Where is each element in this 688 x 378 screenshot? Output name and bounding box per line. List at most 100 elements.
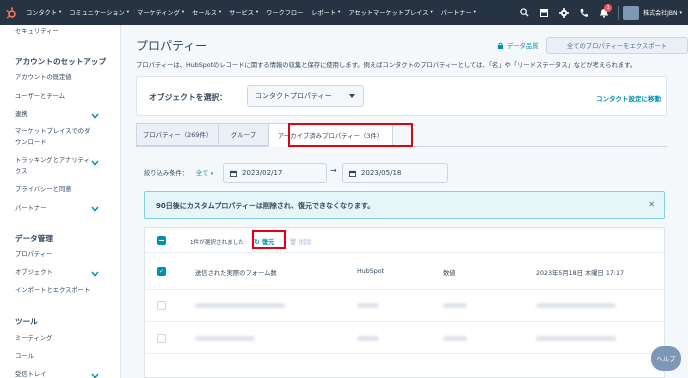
- nav-item-label: マーケティング: [137, 10, 180, 17]
- date-to-value: 2023/05/18: [361, 169, 402, 177]
- close-icon[interactable]: ✕: [648, 200, 655, 209]
- nav-item-1[interactable]: コミュニケーション ▾: [65, 8, 133, 17]
- data-quality-link[interactable]: データ品質: [497, 41, 538, 50]
- sidebar-item-privacy-consent[interactable]: プライバシーと同意: [15, 185, 72, 195]
- redacted-text: [195, 336, 255, 341]
- chevron-down-icon[interactable]: [91, 206, 99, 212]
- nav-item-label: セールス: [192, 10, 217, 17]
- chevron-down-icon[interactable]: ▾: [679, 10, 682, 16]
- nav-item-6[interactable]: レポート ▾: [307, 8, 344, 17]
- page-title: プロパティー: [136, 39, 208, 53]
- delete-button[interactable]: 🗑 削除: [289, 237, 312, 247]
- selection-count: 1件が選択されました: [190, 240, 244, 246]
- sidebar-section-account-setup: アカウントのセットアップ: [15, 57, 107, 66]
- filter-value: 全て: [196, 170, 209, 177]
- tab-archived-properties[interactable]: アーカイブ済みプロパティー（3件）: [268, 123, 393, 147]
- main-content: プロパティー データ品質 全てのプロパティーをエクスポート プロパティーは、Hu…: [121, 25, 688, 378]
- row-checkbox[interactable]: [157, 301, 166, 310]
- tab-properties[interactable]: プロパティー（269件）: [136, 123, 219, 146]
- arrow-right-icon: →: [330, 166, 337, 175]
- account-name[interactable]: 株式会社JBN: [643, 8, 677, 17]
- chevron-down-icon: ▾: [218, 10, 222, 15]
- nav-item-8[interactable]: パートナー ▾: [437, 8, 480, 17]
- avatar[interactable]: [623, 5, 640, 20]
- chevron-down-icon[interactable]: [91, 160, 99, 166]
- sidebar-item-partner[interactable]: パートナー: [15, 204, 46, 214]
- chevron-down-icon[interactable]: [91, 113, 99, 119]
- sidebar-item-account-defaults[interactable]: アカウントの既定値: [15, 73, 72, 83]
- property-name[interactable]: 送信された実際のフォーム数: [195, 268, 277, 277]
- restore-button[interactable]: ↻ 復元: [254, 237, 274, 247]
- sidebar-section-tools: ツール: [15, 317, 38, 326]
- object-select-dropdown[interactable]: コンタクトプロパティー: [247, 85, 364, 107]
- notification-badge: 1: [604, 4, 613, 12]
- filter-dropdown[interactable]: 全て ▾: [196, 168, 213, 177]
- date-from-input[interactable]: 2023/02/17: [223, 163, 327, 183]
- redacted-text: [443, 303, 467, 308]
- nav-item-label: コミュニケーション: [69, 10, 125, 17]
- gear-icon[interactable]: [554, 0, 574, 25]
- object-selector-card: オブジェクトを選択： コンタクトプロパティー コンタクト設定に移動: [136, 76, 667, 116]
- sidebar-item-tracking-analytics-cont[interactable]: クス: [15, 167, 27, 177]
- sidebar-item-calls[interactable]: コール: [15, 352, 34, 362]
- export-all-properties-button[interactable]: 全てのプロパティーをエクスポート: [546, 37, 688, 54]
- sidebar-item-import-export[interactable]: インポートとエクスポート: [15, 286, 90, 296]
- date-to-input[interactable]: 2023/05/18: [342, 163, 448, 183]
- phone-icon[interactable]: [574, 0, 594, 25]
- sidebar-item-tracking-analytics[interactable]: トラッキングとアナリティ: [15, 156, 90, 166]
- archived-properties-table: 1件が選択されました ↻ 復元 🗑 削除 ✓ 送信された実際のフォーム数 Hub…: [144, 227, 665, 378]
- table-row[interactable]: ✓ 送信された実際のフォーム数 HubSpot 数値 2023年5月18日 木曜…: [145, 253, 664, 290]
- row-checkbox[interactable]: [157, 334, 166, 343]
- sidebar-item-objects[interactable]: オブジェクト: [15, 268, 53, 278]
- sidebar-item-meetings[interactable]: ミーティング: [15, 334, 52, 344]
- nav-item-label: コンタクト: [26, 10, 57, 17]
- property-tabs: プロパティー（269件） グループ アーカイブ済みプロパティー（3件）: [136, 123, 393, 147]
- sidebar-item-inbox[interactable]: 受信トレイ: [15, 370, 46, 378]
- property-type: 数値: [443, 270, 456, 277]
- nav-item-2[interactable]: マーケティング ▾: [133, 8, 188, 17]
- delete-label: 削除: [299, 239, 312, 246]
- marketplace-icon[interactable]: [534, 0, 554, 25]
- nav-item-3[interactable]: セールス ▾: [188, 8, 225, 17]
- sidebar-item-marketplace-downloads[interactable]: マーケットプレイスでのダ: [15, 127, 90, 137]
- table-row-redacted[interactable]: [145, 322, 664, 354]
- chevron-down-icon: ▾: [430, 10, 433, 15]
- date-from-value: 2023/02/17: [242, 169, 283, 177]
- restore-icon: ↻: [254, 237, 260, 246]
- nav-item-label: ワークフロー: [266, 10, 304, 17]
- chevron-down-icon: ▾: [126, 10, 130, 15]
- page-description: プロパティーは、HubSpotのレコードに関する情報の収集と保存に使用します。例…: [136, 62, 637, 69]
- chevron-down-icon: ▾: [338, 10, 341, 15]
- nav-item-0[interactable]: コンタクト ▾: [22, 8, 65, 17]
- nav-item-7[interactable]: アセットマーケットプレイス ▾: [344, 8, 436, 17]
- search-icon[interactable]: [514, 0, 534, 25]
- sidebar-item-properties[interactable]: プロパティー: [15, 250, 52, 260]
- sidebar-item-users-teams[interactable]: ユーザーとチーム: [15, 92, 65, 102]
- caret-down-icon: [349, 94, 355, 98]
- filter-label: 絞り込み条件：: [144, 170, 189, 177]
- alert-message: 90日後にカスタムプロパティーは削除され、復元できなくなります。: [156, 202, 375, 210]
- nav-item-label: アセットマーケットプレイス: [348, 10, 429, 17]
- redacted-text: [195, 303, 285, 308]
- nav-item-5[interactable]: ワークフロー: [262, 8, 307, 17]
- minus-icon: [159, 239, 164, 242]
- table-header-row: 1件が選択されました ↻ 復元 🗑 削除: [145, 228, 664, 253]
- table-row-redacted[interactable]: [145, 290, 664, 322]
- chevron-down-icon[interactable]: [91, 271, 99, 277]
- chevron-down-icon: ▾: [181, 10, 185, 15]
- property-group: HubSpot: [357, 268, 385, 275]
- bell-icon[interactable]: 1: [594, 0, 614, 25]
- chevron-down-icon[interactable]: [91, 373, 99, 378]
- go-to-contact-settings-link[interactable]: コンタクト設定に移動: [596, 93, 661, 103]
- row-checkbox[interactable]: ✓: [157, 267, 166, 276]
- nav-item-label: サービス: [229, 10, 254, 17]
- hubspot-logo-icon[interactable]: [0, 0, 22, 25]
- nav-item-4[interactable]: サービス ▾: [225, 8, 262, 17]
- tab-groups[interactable]: グループ: [218, 123, 269, 146]
- nav-menu: コンタクト ▾ コミュニケーション ▾ マーケティング ▾ セールス ▾ サービス ▾ ワークフロー…: [22, 0, 480, 25]
- help-button[interactable]: ヘルプ: [651, 346, 681, 371]
- select-all-checkbox[interactable]: [157, 236, 166, 245]
- sidebar-item-security[interactable]: セキュリティー: [15, 27, 59, 37]
- sidebar-item-integrations[interactable]: 連携: [15, 110, 28, 120]
- sidebar-item-marketplace-downloads-cont[interactable]: ウンロード: [15, 138, 46, 148]
